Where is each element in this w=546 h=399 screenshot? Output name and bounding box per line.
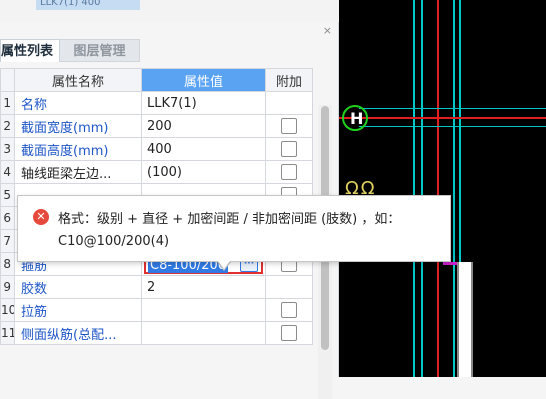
tooltip-arrow-fill — [215, 257, 233, 269]
row-number: 8 — [0, 252, 15, 276]
property-name: 名称 — [14, 91, 142, 115]
attach-cell — [265, 137, 313, 161]
cad-red-axis-line — [339, 117, 546, 119]
selected-element-chip: LLK7(1) 400 — [36, 0, 140, 10]
row-number: 5 — [0, 183, 15, 207]
top-strip: LLK7(1) 400 — [0, 0, 338, 22]
row-number: 7 — [0, 229, 15, 253]
table-row[interactable]: 2 截面宽度(mm) 200 — [0, 114, 313, 138]
property-name: 侧面纵筋(总配... — [14, 321, 142, 345]
error-icon: ✕ — [33, 209, 49, 225]
property-value[interactable] — [141, 321, 266, 345]
panel-tabs: 属性列表 图层管理 — [0, 39, 140, 62]
cad-cyan-line — [413, 0, 415, 377]
attach-cell — [265, 275, 313, 299]
property-name: 截面高度(mm) — [14, 137, 142, 161]
row-number: 9 — [0, 275, 15, 299]
attach-checkbox[interactable] — [281, 302, 297, 318]
tab-layer-management[interactable]: 图层管理 — [60, 39, 140, 62]
validation-tooltip: ✕ 格式：级别 + 直径 + 加密间距 / 非加密间距 (肢数) ，如： C10… — [17, 195, 451, 262]
row-number: 6 — [0, 206, 15, 230]
row-number: 3 — [0, 137, 15, 161]
property-name: 胶数 — [14, 275, 142, 299]
attach-cell — [265, 91, 313, 115]
cad-column — [457, 262, 473, 377]
cad-cyan-line — [453, 0, 455, 377]
grid-header: 属性名称 属性值 附加 — [0, 68, 313, 92]
table-row[interactable]: 9 胶数 2 — [0, 275, 313, 299]
table-row[interactable]: 1 名称 LLK7(1) — [0, 91, 313, 115]
attach-cell — [265, 160, 313, 184]
row-number: 11 — [0, 321, 15, 345]
row-number: 4 — [0, 160, 15, 184]
cad-cyan-line — [421, 0, 423, 377]
attach-checkbox[interactable] — [281, 325, 297, 341]
row-number: 10 — [0, 298, 15, 322]
property-value[interactable]: LLK7(1) — [141, 91, 266, 115]
header-attach: 附加 — [265, 68, 313, 92]
row-number: 2 — [0, 114, 15, 138]
property-value[interactable]: (100) — [141, 160, 266, 184]
table-row[interactable]: 4 轴线距梁左边... (100) — [0, 160, 313, 184]
table-row[interactable]: 3 截面高度(mm) 400 — [0, 137, 313, 161]
cad-cyan-line — [359, 126, 546, 127]
tooltip-message-line1: 格式：级别 + 直径 + 加密间距 / 非加密间距 (肢数) ，如： — [58, 212, 401, 227]
row-number: 1 — [0, 91, 15, 115]
property-value[interactable]: 400 — [141, 137, 266, 161]
cad-red-axis-line — [437, 0, 439, 377]
property-name: 轴线距梁左边... — [14, 160, 142, 184]
property-name: 截面宽度(mm) — [14, 114, 142, 138]
tab-property-list[interactable]: 属性列表 — [0, 39, 60, 62]
table-row[interactable]: 10拉筋 — [0, 298, 313, 322]
header-property-value: 属性值 — [141, 68, 266, 92]
attach-checkbox[interactable] — [281, 164, 297, 180]
header-property-name: 属性名称 — [14, 68, 142, 92]
table-row[interactable]: 11侧面纵筋(总配... — [0, 321, 313, 345]
property-value[interactable]: 200 — [141, 114, 266, 138]
axis-label: H — [350, 109, 364, 128]
attach-checkbox[interactable] — [281, 118, 297, 134]
attach-checkbox[interactable] — [281, 141, 297, 157]
cad-canvas[interactable]: H ΩΩ — [339, 0, 546, 377]
property-value[interactable]: 2 — [141, 275, 266, 299]
attach-cell — [265, 114, 313, 138]
attach-cell — [265, 321, 313, 345]
attach-cell — [265, 298, 313, 322]
close-icon[interactable]: × — [323, 25, 332, 36]
header-num — [0, 68, 15, 92]
cad-cyan-line — [359, 108, 546, 109]
property-value[interactable] — [141, 298, 266, 322]
tooltip-message-line2: C10@100/200(4) — [58, 234, 170, 249]
property-name: 拉筋 — [14, 298, 142, 322]
